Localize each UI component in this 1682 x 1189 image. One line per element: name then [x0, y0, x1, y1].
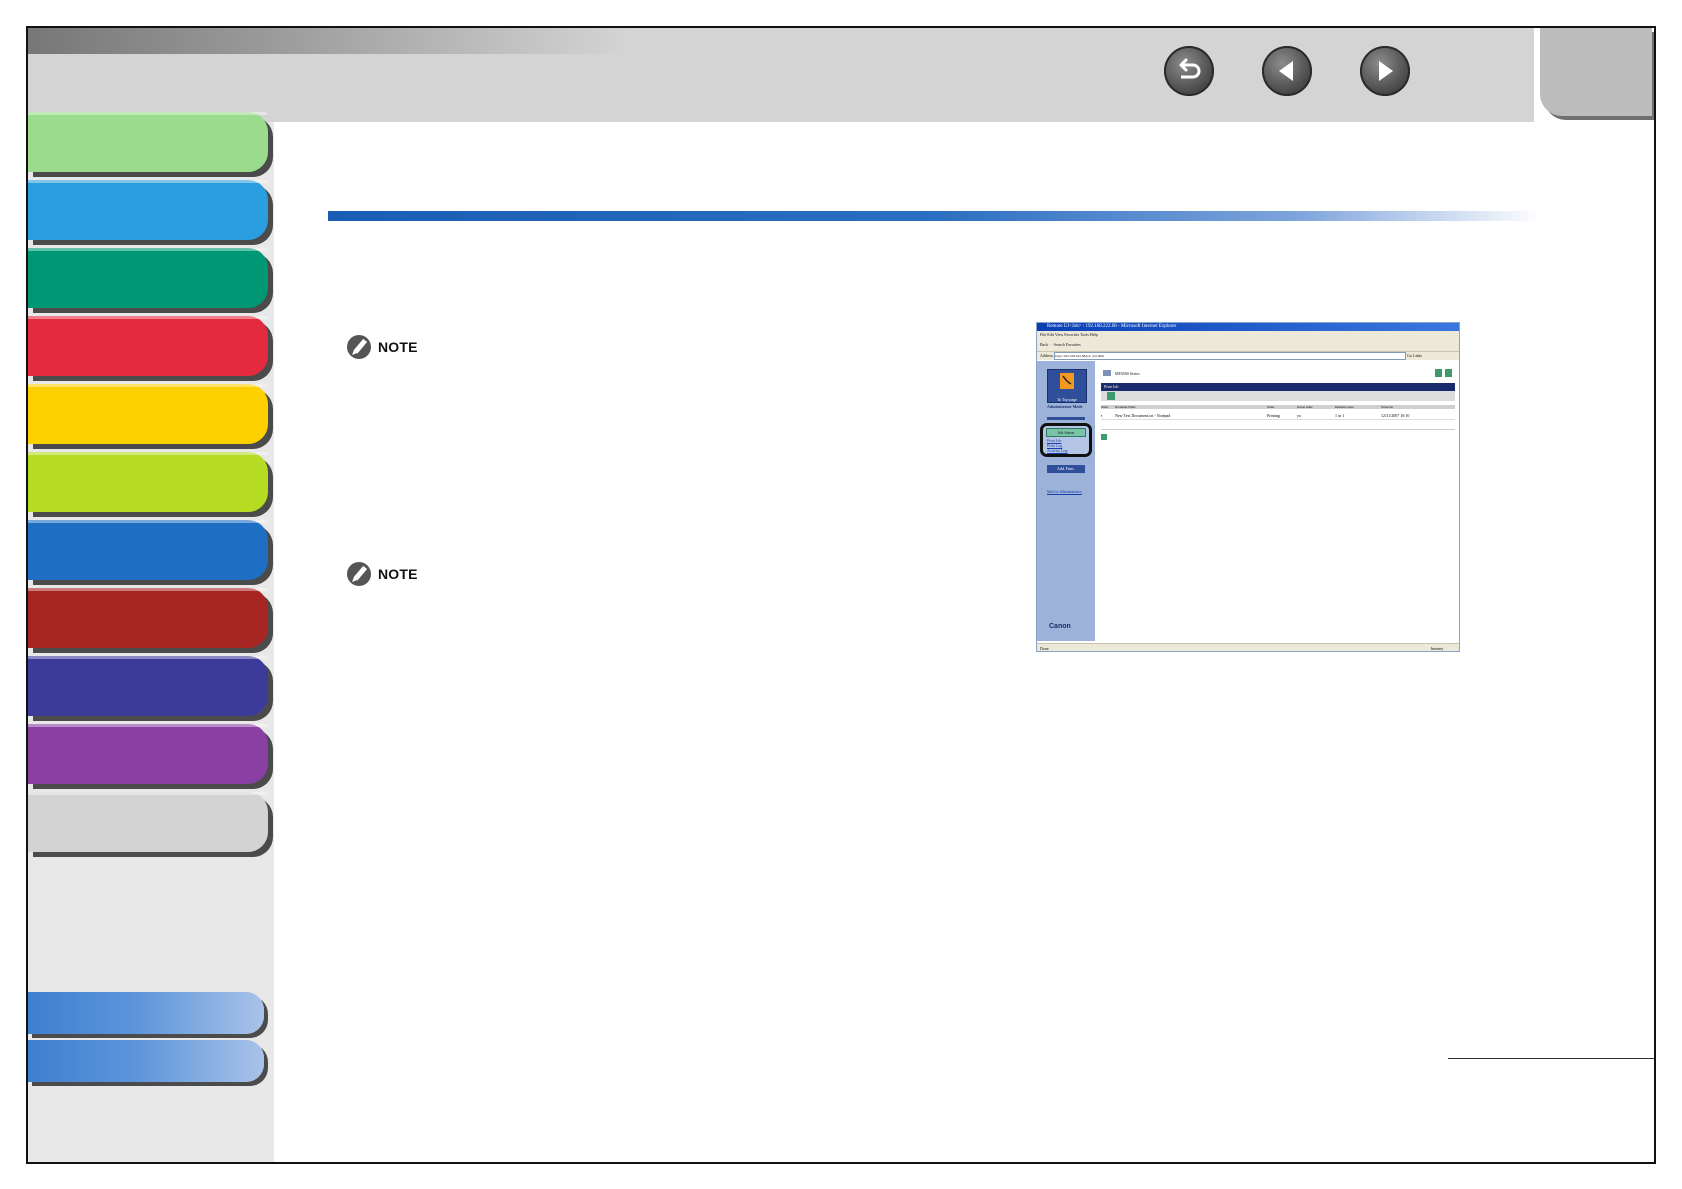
row-copies: 1 in 1 [1335, 412, 1345, 418]
status-right: Internet [1430, 646, 1443, 651]
col-status: Status [1267, 405, 1275, 409]
job-status-button: Job Status [1046, 428, 1086, 437]
col-started: Started At [1381, 405, 1394, 409]
chapter-tab-2[interactable] [28, 180, 268, 240]
ie-menu-bar: File Edit View Favorites Tools Help [1037, 331, 1459, 338]
row-owner: yo [1297, 412, 1301, 418]
top-bar [28, 28, 1654, 122]
printer-icon [1103, 370, 1111, 376]
ie-status-bar: Done Internet [1037, 643, 1459, 651]
chapter-tab-10[interactable] [28, 724, 268, 784]
remote-ui-side-menu: To Top page Administrator Mode Job Statu… [1037, 361, 1095, 641]
chapter-tab-5[interactable] [28, 384, 268, 444]
address-box: http://192.168.222.68/job_list.html [1054, 352, 1407, 361]
chapter-tab-11[interactable] [28, 792, 268, 852]
pencil-icon [347, 562, 371, 586]
next-page-button[interactable] [1360, 46, 1410, 96]
chapter-tab-9[interactable] [28, 656, 268, 716]
row-select-icon: ▪ [1101, 412, 1103, 418]
ie-toolbar: Back · · Search Favorites [1037, 338, 1459, 352]
chapter-tab-8[interactable] [28, 588, 268, 648]
pencil-icon [347, 335, 371, 359]
remote-ui-screenshot: Remote UI<Job> : 192.168.222.68 - Micros… [1036, 322, 1460, 652]
note-label: NOTE [378, 339, 418, 355]
address-label: Address [1040, 353, 1054, 358]
status-left: Done [1040, 646, 1049, 651]
top-bar-gradient [28, 28, 628, 54]
top-page-button: To Top page [1047, 369, 1087, 403]
chapter-sidebar [28, 112, 274, 1162]
section-toolbar [1101, 391, 1455, 401]
device-name: MF6500 Series [1115, 371, 1140, 376]
delete-job-icon [1107, 392, 1115, 400]
return-arrow-icon [1179, 58, 1201, 79]
chapter-tab-3[interactable] [28, 248, 268, 308]
job-row: ▪ New Text Document.txt - Notepad Printi… [1101, 411, 1455, 420]
back-button[interactable] [1164, 46, 1214, 96]
top-page-label: To Top page [1057, 397, 1077, 402]
job-status-highlight: Job Status Print Job Print Log Activity … [1040, 423, 1092, 457]
mail-admin-link: Mail to Administrator [1047, 489, 1082, 494]
chapter-tab-4[interactable] [28, 316, 268, 376]
go-label: Go [1407, 353, 1412, 358]
admin-mode-label: Administrator Mode [1047, 404, 1083, 409]
col-copies: Remain/Copies [1335, 405, 1354, 409]
col-document-name: Document Name [1115, 405, 1136, 409]
note-label: NOTE [378, 566, 418, 582]
table-of-contents-tab[interactable] [28, 992, 264, 1034]
remote-ui-main: MF6500 Series Print Job Select Document … [1097, 361, 1459, 641]
top-page-icon [1060, 373, 1074, 389]
previous-page-icon [1279, 61, 1293, 81]
col-owner: Owner name [1297, 405, 1313, 409]
next-page-icon [1379, 61, 1393, 81]
row-document-name: New Text Document.txt - Notepad [1115, 412, 1171, 418]
note-1: NOTE [346, 334, 418, 360]
ie-address-bar: Address http://192.168.222.68/job_list.h… [1037, 352, 1459, 361]
index-tab[interactable] [28, 1040, 264, 1082]
divider [1047, 417, 1085, 420]
job-table-header: Select Document Name Status Owner name R… [1101, 405, 1455, 409]
refresh-help-icons [1435, 369, 1452, 377]
row-status: Printing [1267, 412, 1280, 418]
chapter-tab-7[interactable] [28, 520, 268, 580]
ie-title-bar: Remote UI<Job> : 192.168.222.68 - Micros… [1037, 323, 1459, 331]
chapter-tab-1[interactable] [28, 112, 268, 172]
page-frame: NOTE NOTE Remote UI<Job> : 192.168.222.6… [26, 26, 1656, 1164]
corner-tab[interactable] [1534, 28, 1654, 122]
section-header: Print Job [1101, 383, 1455, 391]
col-select: Select [1101, 405, 1109, 409]
previous-page-button[interactable] [1262, 46, 1312, 96]
note-2: NOTE [346, 561, 418, 587]
chapter-tab-6[interactable] [28, 452, 268, 512]
section-heading-rule [328, 211, 1542, 221]
canon-logo: Canon [1049, 623, 1071, 630]
small-green-icon [1101, 434, 1107, 440]
table-divider [1101, 429, 1455, 430]
add-func-button: Add. Func. [1047, 465, 1085, 473]
page-number-rule [1448, 1058, 1654, 1059]
links-label: Links [1413, 353, 1423, 358]
activity-log-link: Activity Log [1047, 448, 1068, 453]
row-started: 12/31/2007 10:10 [1381, 412, 1410, 418]
